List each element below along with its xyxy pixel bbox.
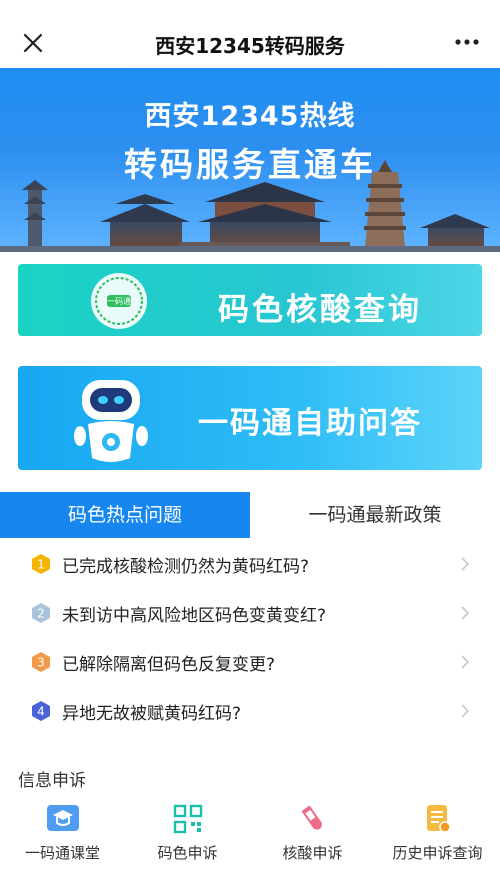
section-title-info-appeal: 信息申诉 xyxy=(18,771,86,791)
appeal-label: 一码通课堂 xyxy=(24,844,100,862)
list-item[interactable]: 3 已解除隔离但码色反复变更? xyxy=(0,638,500,687)
appeal-shortcuts: 一码通课堂 码色申诉 核酸申诉 历史申诉查询 xyxy=(0,800,500,873)
history-document-icon xyxy=(426,805,451,833)
number-badge-icon: 4 xyxy=(32,701,50,721)
selfhelp-qa-card[interactable]: 一码通自助问答 xyxy=(18,366,482,470)
number-badge-icon: 2 xyxy=(32,603,50,623)
qr-code-icon xyxy=(173,804,202,834)
list-item[interactable]: 2 未到访中高风险地区码色变黄变红? xyxy=(0,589,500,638)
chevron-right-icon xyxy=(461,704,470,718)
appeal-label: 码色申诉 xyxy=(157,844,218,862)
faq-list: 1 已完成核酸检测仍然为黄码红码? 2 未到访中高风险地区码色变黄变红? 3 已… xyxy=(0,540,500,736)
nucleic-query-card[interactable]: 一码通 码色核酸查询 xyxy=(18,264,482,336)
number-badge-icon: 3 xyxy=(32,652,50,672)
city-skyline-illustration xyxy=(0,160,500,252)
robot-icon xyxy=(74,380,148,462)
appeal-item-code-color[interactable]: 码色申诉 xyxy=(125,800,250,873)
qr-code-badge-icon: 一码通 xyxy=(91,273,147,329)
svg-text:一码通: 一码通 xyxy=(107,296,131,306)
test-tube-icon xyxy=(301,805,322,830)
appeal-label: 历史申诉查询 xyxy=(392,844,483,862)
hero-banner: 西安12345热线 转码服务直通车 xyxy=(0,68,500,252)
svg-text:2: 2 xyxy=(37,607,45,621)
faq-question: 已解除隔离但码色反复变更? xyxy=(62,655,276,675)
tab-latest-policy[interactable]: 一码通最新政策 xyxy=(250,492,500,538)
list-item[interactable]: 4 异地无故被赋黄码红码? xyxy=(0,687,500,736)
chevron-right-icon xyxy=(461,655,470,669)
appeal-item-history[interactable]: 历史申诉查询 xyxy=(375,800,500,873)
chevron-right-icon xyxy=(461,557,470,571)
nucleic-query-label: 码色核酸查询 xyxy=(218,292,422,328)
faq-question: 异地无故被赋黄码红码? xyxy=(62,704,242,724)
chevron-right-icon xyxy=(461,606,470,620)
selfhelp-qa-label: 一码通自助问答 xyxy=(198,406,422,441)
number-badge-icon: 1 xyxy=(32,554,50,574)
appeal-item-nucleic[interactable]: 核酸申诉 xyxy=(250,800,375,873)
svg-text:3: 3 xyxy=(37,656,45,670)
classroom-icon xyxy=(46,805,79,831)
banner-hotline-text: 西安12345热线 xyxy=(144,101,356,132)
faq-question: 未到访中高风险地区码色变黄变红? xyxy=(62,606,327,626)
more-dots-icon[interactable] xyxy=(452,30,482,54)
page-title: 西安12345转码服务 xyxy=(155,34,345,58)
list-item[interactable]: 1 已完成核酸检测仍然为黄码红码? xyxy=(0,540,500,589)
faq-tabs: 码色热点问题 一码通最新政策 xyxy=(0,492,500,538)
tab-hot-questions[interactable]: 码色热点问题 xyxy=(0,492,250,538)
svg-text:1: 1 xyxy=(37,558,45,572)
appeal-item-classroom[interactable]: 一码通课堂 xyxy=(0,800,125,873)
top-nav-bar: 西安12345转码服务 xyxy=(0,0,500,68)
faq-question: 已完成核酸检测仍然为黄码红码? xyxy=(62,557,310,577)
appeal-label: 核酸申诉 xyxy=(282,844,343,862)
svg-text:4: 4 xyxy=(37,705,45,719)
